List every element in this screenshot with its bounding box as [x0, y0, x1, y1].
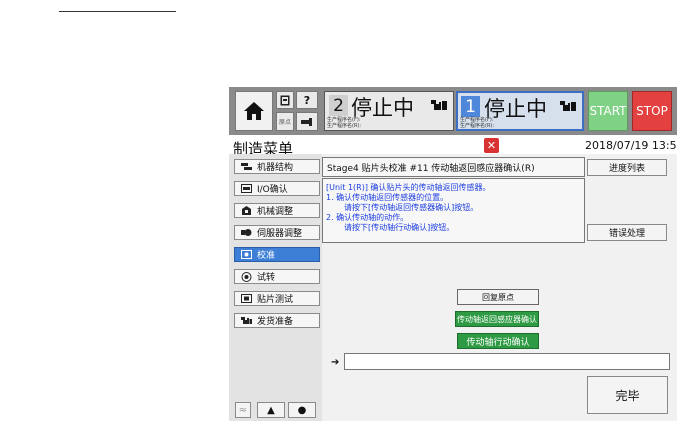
- start-button[interactable]: START: [588, 91, 628, 131]
- sidebar-item-label: 机械调整: [257, 207, 294, 217]
- stage-number: 2: [329, 95, 348, 116]
- shipping-prep-icon: [241, 316, 252, 325]
- program-name-rear: 生产程序名(R):: [460, 123, 495, 129]
- placement-test-icon: [241, 294, 252, 303]
- sidebar-item-io-check[interactable]: I/O确认: [234, 181, 320, 196]
- info-button[interactable]: ●: [288, 402, 316, 418]
- sidebar-item-shipping-prep[interactable]: 发货准备: [234, 313, 320, 328]
- done-button[interactable]: 完毕: [587, 376, 668, 414]
- test-run-icon: [241, 271, 252, 282]
- stage2-status-panel[interactable]: 2 停止中 生产程序名(F): 生产程序名(R):: [324, 91, 454, 131]
- servo-icon: [241, 228, 252, 237]
- sidebar-item-label: 试转: [257, 273, 276, 283]
- head-unit-icon: [431, 100, 447, 110]
- head-unit-icon: [560, 101, 576, 111]
- message-line: 2. 确认传动轴的动作。: [326, 213, 409, 222]
- robot-arm-icon: [301, 117, 312, 126]
- sensor-confirm-button[interactable]: 传动轴返回感应器确认: [455, 311, 539, 327]
- sidebar-item-machine-structure[interactable]: 机器结构: [234, 159, 320, 174]
- sidebar-item-servo-adjust[interactable]: 伺服器调整: [234, 225, 320, 240]
- close-button[interactable]: ✕: [484, 138, 499, 153]
- message-line: 1. 确认传动轴返回传感器的位置。: [326, 193, 449, 202]
- message-line: [Unit 1(R)] 确认贴片头的传动轴返回传感器。: [326, 183, 491, 192]
- help-button[interactable]: ?: [296, 91, 318, 109]
- help-label: ?: [303, 93, 311, 107]
- sidebar-item-label: 伺服器调整: [257, 229, 303, 239]
- sidebar-item-label: 机器结构: [257, 163, 294, 173]
- top-divider-line: [59, 11, 176, 12]
- error-handling-button[interactable]: 错误处理: [587, 224, 667, 241]
- command-input[interactable]: [344, 353, 670, 370]
- home-icon: [244, 102, 264, 120]
- progress-list-button[interactable]: 进度列表: [587, 159, 667, 176]
- message-line: 请按下[传动轴行动确认]按钮。: [344, 223, 455, 232]
- program-name-rear: 生产程序名(R):: [327, 123, 362, 129]
- manual-button[interactable]: [276, 91, 294, 109]
- message-line: 请按下[传动轴返回传感器确认]按钮。: [344, 203, 479, 212]
- action-confirm-button[interactable]: 传动轴行动确认: [457, 333, 539, 349]
- reset-origin-button[interactable]: 原点: [276, 112, 294, 131]
- warning-icon: ▲: [267, 404, 275, 416]
- sidebar-item-mechanical-adjust[interactable]: 机械调整: [234, 203, 320, 218]
- reset-origin-label: 原点: [278, 119, 291, 126]
- sidebar-item-label: 发货准备: [257, 317, 294, 327]
- home-button[interactable]: [235, 91, 273, 131]
- scroll-up-button[interactable]: ≈: [235, 402, 251, 418]
- calibration-icon: [241, 250, 252, 259]
- manual-book-icon: [280, 95, 290, 105]
- warning-button[interactable]: ▲: [257, 402, 285, 418]
- sidebar-item-label: I/O确认: [257, 185, 288, 195]
- sidebar-item-calibration[interactable]: 校准: [234, 247, 320, 262]
- double-chevron-up-icon: ≈: [238, 404, 248, 416]
- sidebar-item-label: 贴片测试: [257, 295, 294, 305]
- return-origin-button[interactable]: 回复原点: [457, 289, 539, 305]
- io-icon: [241, 184, 252, 193]
- mechanical-adjust-icon: [241, 206, 252, 215]
- sidebar-item-test-run[interactable]: 试转: [234, 269, 320, 284]
- machine-structure-icon: [241, 162, 252, 171]
- stage1-status-panel[interactable]: 1 停止中 生产程序名(F): 生产程序名(R):: [456, 91, 584, 131]
- stage-number: 1: [461, 96, 480, 117]
- info-icon: ●: [297, 404, 307, 416]
- stop-button[interactable]: STOP: [632, 91, 672, 131]
- arrow-right-icon: ➔: [331, 357, 340, 368]
- sidebar-item-placement-test[interactable]: 贴片测试: [234, 291, 320, 306]
- instruction-message: [Unit 1(R)] 确认贴片头的传动轴返回传感器。 1. 确认传动轴返回传感…: [322, 178, 585, 243]
- datetime-display: 2018/07/19 13:54: [585, 139, 677, 152]
- step-header: Stage4 贴片头校准 #11 传动轴返回感应器确认(R): [322, 157, 585, 177]
- sidebar-item-label: 校准: [257, 251, 276, 261]
- robot-status-button[interactable]: [296, 112, 318, 131]
